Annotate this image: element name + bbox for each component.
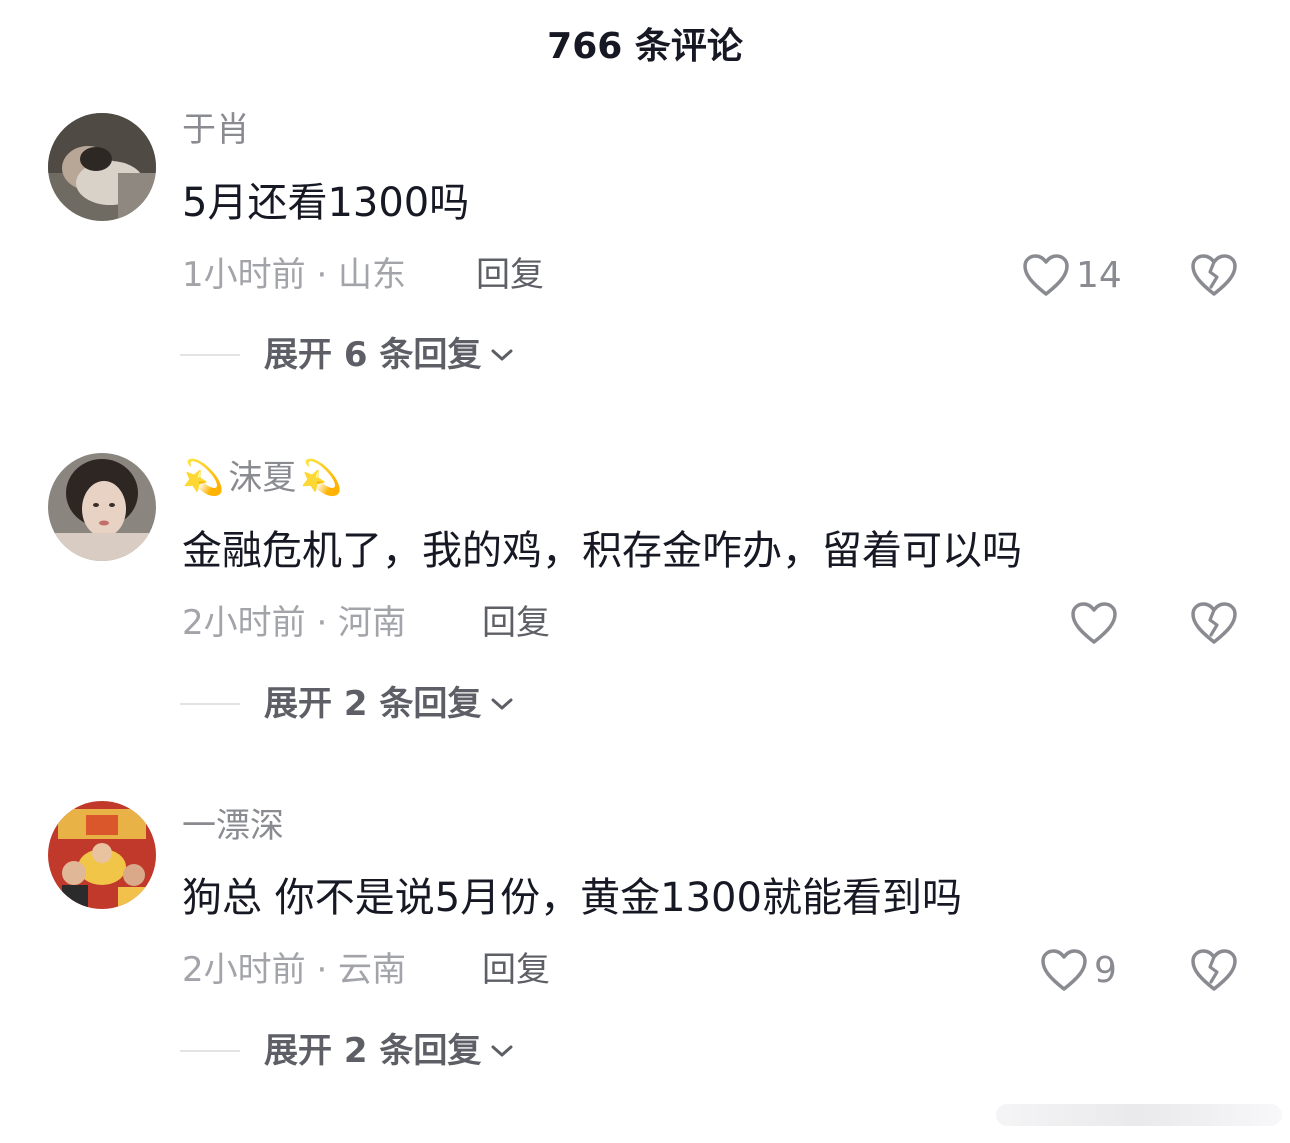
comment-username[interactable]: 一漂深	[182, 804, 284, 848]
reply-button[interactable]: 回复	[482, 598, 550, 648]
reply-button[interactable]: 回复	[482, 945, 550, 995]
expand-divider	[180, 703, 240, 705]
dislike-button[interactable]	[1188, 595, 1240, 651]
chevron-down-icon	[491, 698, 513, 710]
dizzy-emoji-icon: 💫	[300, 458, 343, 498]
watermark-bar	[996, 1104, 1282, 1126]
broken-heart-icon	[1191, 602, 1237, 644]
heart-outline-icon	[1071, 602, 1117, 644]
like-button[interactable]	[1070, 595, 1124, 651]
comment-text: 狗总 你不是说5月份，黄金1300就能看到吗	[182, 875, 962, 921]
broken-heart-icon	[1191, 949, 1237, 991]
username-label: 一漂深	[182, 806, 284, 846]
dizzy-emoji-icon: 💫	[182, 458, 225, 498]
avatar[interactable]	[48, 453, 156, 561]
comment-username[interactable]: 💫 沫夏 💫	[182, 456, 343, 500]
username-label: 沫夏	[228, 458, 297, 498]
like-count: 9	[1094, 949, 1117, 991]
expand-replies-label: 展开 2 条回复	[264, 1031, 482, 1071]
heart-outline-icon	[1041, 949, 1087, 991]
avatar[interactable]	[48, 801, 156, 909]
chevron-down-icon	[491, 1045, 513, 1057]
comment-meta: 2小时前 · 云南	[182, 950, 407, 990]
chevron-down-icon	[491, 349, 513, 361]
expand-divider	[180, 354, 240, 356]
comment-text: 金融危机了，我的鸡，积存金咋办，留着可以吗	[182, 528, 1022, 574]
expand-replies-button[interactable]: 展开 2 条回复	[180, 1026, 515, 1076]
expand-divider	[180, 1050, 240, 1052]
expand-replies-label: 展开 2 条回复	[264, 684, 482, 724]
expand-replies-button[interactable]: 展开 2 条回复	[180, 679, 515, 729]
comment-item: 一漂深 狗总 你不是说5月份，黄金1300就能看到吗 2小时前 · 云南 回复 …	[0, 0, 1290, 1071]
like-button[interactable]: 9	[1040, 942, 1117, 998]
expand-replies-button[interactable]: 展开 6 条回复	[180, 330, 515, 380]
comment-meta: 2小时前 · 河南	[182, 603, 407, 643]
expand-replies-label: 展开 6 条回复	[264, 335, 482, 375]
dislike-button[interactable]	[1188, 942, 1240, 998]
